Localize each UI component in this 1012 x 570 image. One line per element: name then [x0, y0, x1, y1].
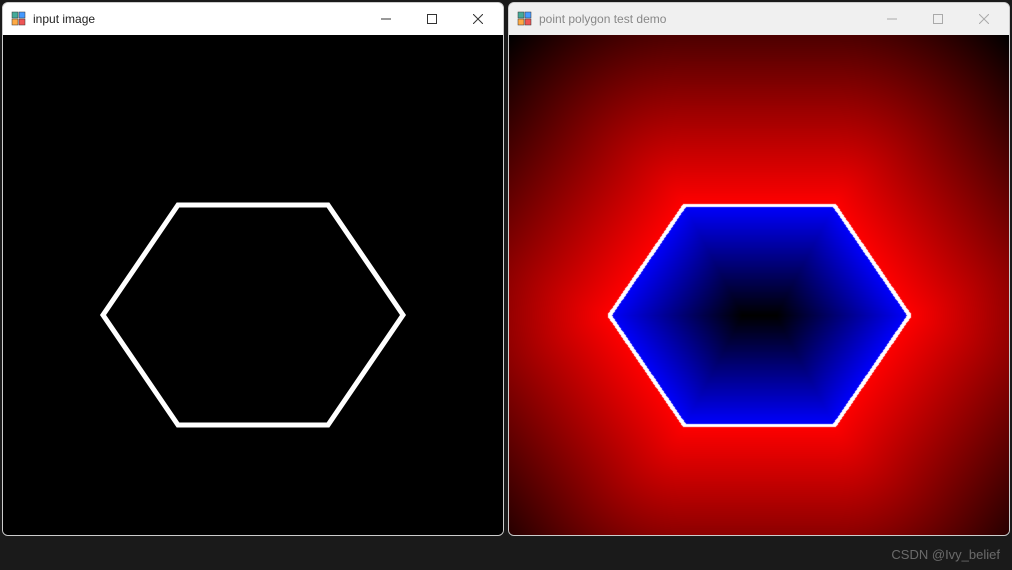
- input-image-canvas: [3, 35, 503, 535]
- polygon-test-canvas: [509, 35, 1009, 535]
- titlebar-controls: [363, 3, 501, 35]
- window-title: input image: [33, 12, 363, 26]
- maximize-button[interactable]: [409, 3, 455, 35]
- window-polygon-test[interactable]: point polygon test demo: [508, 2, 1010, 536]
- app-icon: [517, 11, 533, 27]
- maximize-button[interactable]: [915, 3, 961, 35]
- close-button[interactable]: [961, 3, 1007, 35]
- titlebar[interactable]: point polygon test demo: [509, 3, 1009, 35]
- titlebar-controls: [869, 3, 1007, 35]
- app-icon: [11, 11, 27, 27]
- window-input-image[interactable]: input image: [2, 2, 504, 536]
- close-button[interactable]: [455, 3, 501, 35]
- window-title: point polygon test demo: [539, 12, 869, 26]
- minimize-button[interactable]: [363, 3, 409, 35]
- watermark: CSDN @Ivy_belief: [891, 547, 1000, 562]
- minimize-button[interactable]: [869, 3, 915, 35]
- titlebar[interactable]: input image: [3, 3, 503, 35]
